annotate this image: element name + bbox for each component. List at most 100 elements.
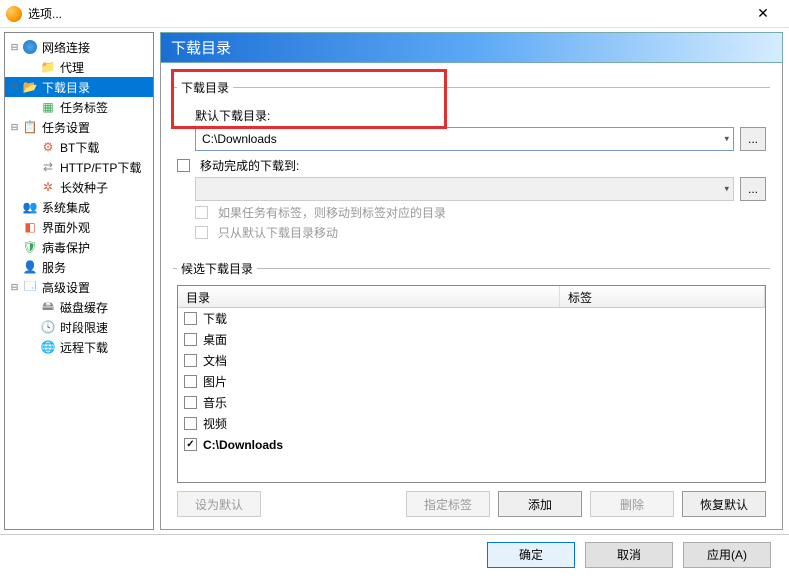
default-dir-combo[interactable]: C:\Downloads ▾	[195, 127, 734, 151]
restore-default-button[interactable]: 恢复默认	[682, 491, 766, 517]
sidebar-item-label: HTTP/FTP下载	[60, 159, 141, 176]
chevron-down-icon: ▾	[724, 184, 729, 195]
candidate-row-4[interactable]: 音乐	[178, 392, 765, 413]
cancel-button[interactable]: 取消	[585, 542, 673, 568]
sidebar-item-9[interactable]: ◧界面外观	[5, 217, 153, 237]
move-if-tag-checkbox	[195, 206, 208, 219]
row-move-dest: ▾ ...	[177, 177, 766, 201]
row-default-dir-label: 默认下载目录:	[177, 107, 766, 124]
group-candidate-legend: 候选下载目录	[177, 260, 257, 277]
candidate-row-checkbox[interactable]	[184, 417, 197, 430]
row-move-from-default: 只从默认下载目录移动	[177, 224, 766, 241]
candidate-table-body: 下载桌面文档图片音乐视频 C:\Downloads	[178, 308, 765, 482]
expander-icon: ⊟	[9, 122, 20, 133]
group-download-dir-legend: 下载目录	[177, 79, 233, 96]
main-panel: 下载目录 下载目录 默认下载目录: C:\Downloads ▾ ...	[160, 32, 783, 530]
candidate-table-header: 目录 标签	[178, 286, 765, 308]
sidebar-item-3[interactable]: ▦任务标签	[5, 97, 153, 117]
sidebar-item-label: 服务	[42, 259, 66, 276]
sidebar-item-11[interactable]: 👤服务	[5, 257, 153, 277]
assign-tag-button: 指定标签	[406, 491, 490, 517]
sidebar-item-label: 下载目录	[42, 79, 90, 96]
set-default-button: 设为默认	[177, 491, 261, 517]
browse-default-dir-button[interactable]: ...	[740, 127, 766, 151]
sidebar-item-8[interactable]: 👥系统集成	[5, 197, 153, 217]
candidate-row-label: C:\Downloads	[203, 438, 283, 452]
expander-icon	[9, 222, 20, 233]
candidate-row-checkbox[interactable]	[184, 438, 197, 451]
col-header-tag[interactable]: 标签	[560, 286, 765, 307]
expander-icon	[9, 242, 20, 253]
row-move-if-tag: 如果任务有标签，则移动到标签对应的目录	[177, 204, 766, 221]
default-dir-value: C:\Downloads	[202, 132, 277, 146]
candidate-table: 目录 标签 下载桌面文档图片音乐视频 C:\Downloads	[177, 285, 766, 483]
browse-move-dest-button[interactable]: ...	[740, 177, 766, 201]
move-complete-label: 移动完成的下载到:	[200, 157, 299, 174]
row-default-dir-input: C:\Downloads ▾ ...	[177, 127, 766, 151]
sidebar-item-6[interactable]: ⇄HTTP/FTP下载	[5, 157, 153, 177]
candidate-row-label: 音乐	[203, 394, 227, 411]
candidate-row-checkbox[interactable]	[184, 375, 197, 388]
chevron-down-icon: ▾	[724, 134, 729, 145]
sidebar-item-13[interactable]: 🖴磁盘缓存	[5, 297, 153, 317]
close-button[interactable]: ✕	[743, 0, 783, 28]
sidebar-item-label: BT下载	[60, 139, 99, 156]
dialog-body: ⊟ 网络连接📁代理⊟📂下载目录▦任务标签⊟📋任务设置⚙BT下载⇄HTTP/FTP下…	[0, 28, 789, 534]
expander-icon: ⊟	[9, 42, 20, 53]
sidebar-item-label: 病毒保护	[42, 239, 90, 256]
sidebar-item-label: 高级设置	[42, 279, 90, 296]
sidebar-item-label: 网络连接	[42, 39, 90, 56]
col-header-dir[interactable]: 目录	[178, 286, 560, 307]
group-download-dir: 下载目录 默认下载目录: C:\Downloads ▾ ... 移动完成的下载到…	[173, 79, 770, 248]
candidate-row-3[interactable]: 图片	[178, 371, 765, 392]
candidate-row-1[interactable]: 桌面	[178, 329, 765, 350]
sidebar-item-label: 磁盘缓存	[60, 299, 108, 316]
sidebar-item-15[interactable]: 🌐远程下载	[5, 337, 153, 357]
panel-content: 下载目录 默认下载目录: C:\Downloads ▾ ... 移动完成的下载到…	[160, 63, 783, 530]
sidebar-item-4[interactable]: ⊟📋任务设置	[5, 117, 153, 137]
dialog-button-bar: 确定 取消 应用(A)	[0, 534, 789, 574]
candidate-row-checkbox[interactable]	[184, 396, 197, 409]
candidate-row-checkbox[interactable]	[184, 333, 197, 346]
sidebar-item-14[interactable]: 🕓时段限速	[5, 317, 153, 337]
candidate-row-6[interactable]: C:\Downloads	[178, 434, 765, 455]
ok-button[interactable]: 确定	[487, 542, 575, 568]
candidate-row-label: 文档	[203, 352, 227, 369]
sidebar-item-label: 任务标签	[60, 99, 108, 116]
add-button[interactable]: 添加	[498, 491, 582, 517]
candidate-row-label: 视频	[203, 415, 227, 432]
candidate-row-2[interactable]: 文档	[178, 350, 765, 371]
move-dest-combo: ▾	[195, 177, 734, 201]
sidebar-item-label: 任务设置	[42, 119, 90, 136]
delete-button: 删除	[590, 491, 674, 517]
app-icon	[6, 6, 22, 22]
expander-icon: ⊟	[9, 282, 20, 293]
candidate-row-0[interactable]: 下载	[178, 308, 765, 329]
candidate-row-label: 图片	[203, 373, 227, 390]
sidebar-item-1[interactable]: 📁代理	[5, 57, 153, 77]
sidebar-item-label: 界面外观	[42, 219, 90, 236]
sidebar-item-label: 长效种子	[60, 179, 108, 196]
candidate-row-checkbox[interactable]	[184, 354, 197, 367]
candidate-row-5[interactable]: 视频	[178, 413, 765, 434]
sidebar-item-2[interactable]: ⊟📂下载目录	[5, 77, 153, 97]
window-title: 选项...	[28, 5, 743, 22]
expander-icon	[9, 262, 20, 273]
sidebar-item-0[interactable]: ⊟ 网络连接	[5, 37, 153, 57]
sidebar-item-label: 远程下载	[60, 339, 108, 356]
sidebar-item-10[interactable]: 🛡病毒保护	[5, 237, 153, 257]
candidate-row-label: 下载	[203, 310, 227, 327]
titlebar: 选项... ✕	[0, 0, 789, 28]
expander-icon: ⊟	[9, 82, 20, 93]
move-if-tag-label: 如果任务有标签，则移动到标签对应的目录	[218, 204, 446, 221]
move-complete-checkbox[interactable]	[177, 159, 190, 172]
sidebar-item-label: 时段限速	[60, 319, 108, 336]
candidate-actions: 设为默认 指定标签 添加 删除 恢复默认	[177, 491, 766, 517]
row-move-complete: 移动完成的下载到:	[177, 157, 766, 174]
sidebar-item-label: 代理	[60, 59, 84, 76]
apply-button[interactable]: 应用(A)	[683, 542, 771, 568]
sidebar-item-12[interactable]: ⊟🗔高级设置	[5, 277, 153, 297]
sidebar-item-7[interactable]: ✲长效种子	[5, 177, 153, 197]
candidate-row-checkbox[interactable]	[184, 312, 197, 325]
sidebar-item-5[interactable]: ⚙BT下载	[5, 137, 153, 157]
